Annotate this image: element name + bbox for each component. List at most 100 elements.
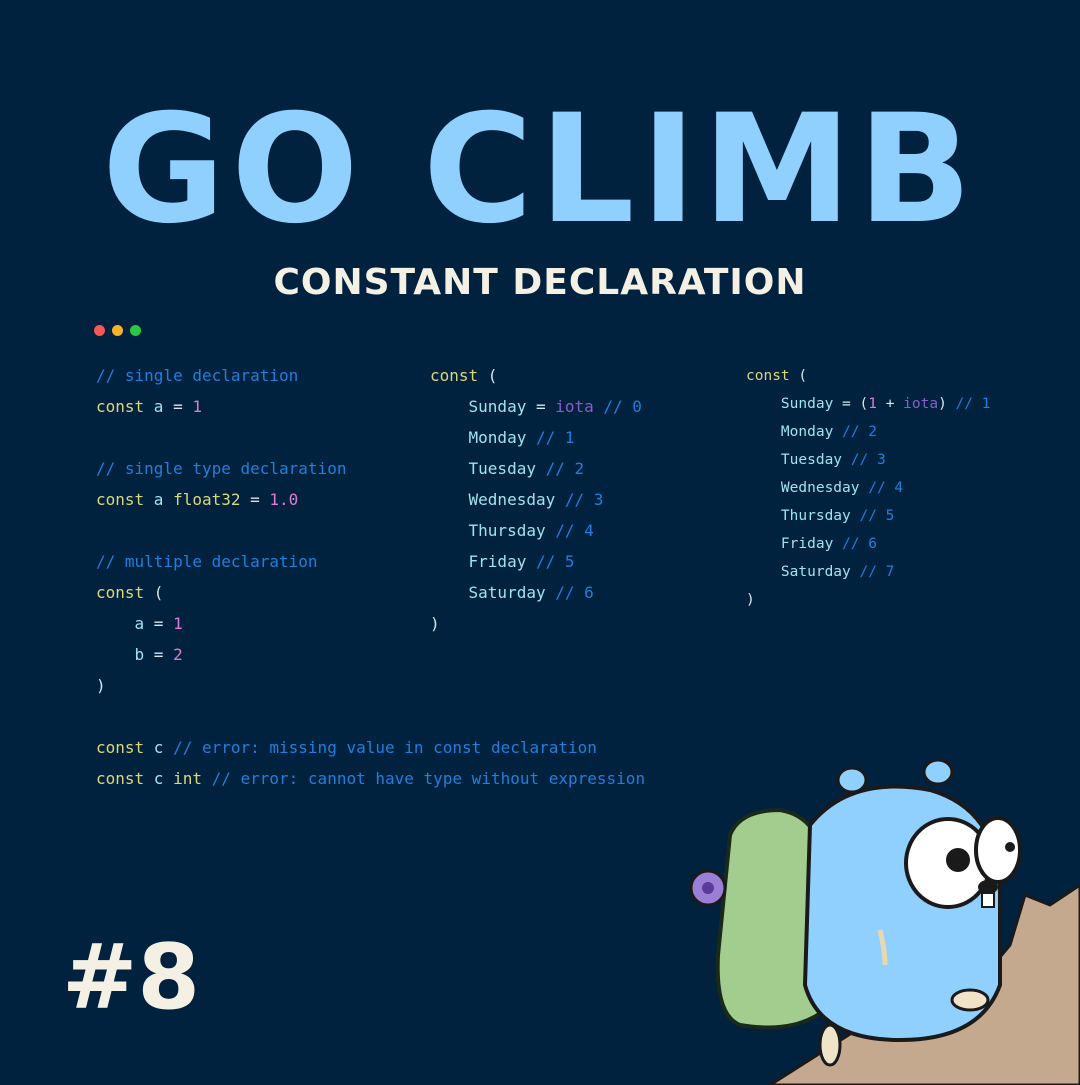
code-token-comment: // single type declaration	[96, 459, 347, 478]
code-line: Tuesday // 2	[430, 453, 642, 484]
code-line: const c int // error: cannot have type w…	[96, 763, 645, 794]
code-token-comment: // 6	[833, 536, 877, 552]
code-token-plain: =	[163, 397, 193, 416]
code-token-plain: =	[144, 645, 174, 664]
code-token-ident: Wednesday	[746, 480, 860, 496]
code-line: )	[96, 670, 645, 701]
code-line: const (	[430, 360, 642, 391]
code-token-comment: // 5	[526, 552, 575, 571]
code-line: Tuesday // 3	[746, 446, 990, 474]
code-token-comment: // multiple declaration	[96, 552, 318, 571]
code-token-plain: (	[798, 368, 808, 384]
code-token-ident: Saturday	[746, 564, 851, 580]
code-token-ident: Thursday	[430, 521, 546, 540]
maximize-dot-icon	[130, 325, 141, 336]
code-token-comment: // 4	[859, 480, 904, 496]
code-token-comment: // 3	[842, 452, 886, 468]
code-token-keyword: const	[96, 490, 154, 509]
code-token-ident: Thursday	[746, 508, 851, 524]
code-token-number: 1	[192, 397, 202, 416]
code-token-keyword: float32	[173, 490, 241, 509]
code-line: Saturday // 7	[746, 558, 990, 586]
code-token-number: 1	[868, 396, 877, 412]
code-token-plain: )	[96, 676, 106, 695]
episode-number: #8	[62, 925, 201, 1030]
code-token-ident: a	[96, 614, 145, 633]
code-token-keyword: const	[96, 583, 154, 602]
code-token-comment: // 0	[593, 397, 642, 416]
code-token-plain: )	[938, 396, 947, 412]
code-token-ident: c	[153, 738, 174, 757]
code-token-comment: // 2	[535, 459, 585, 478]
window-controls	[94, 325, 141, 336]
code-token-number: 2	[173, 645, 183, 664]
close-dot-icon	[94, 325, 105, 336]
code-token-plain: )	[430, 614, 440, 633]
code-token-keyword: const	[746, 368, 799, 384]
code-block-iota: const ( Sunday = iota // 0 Monday // 1 T…	[430, 360, 642, 639]
code-line: b = 2	[96, 639, 645, 670]
code-token-keyword: int	[173, 769, 212, 788]
code-token-ident: Monday	[746, 424, 834, 440]
gopher-climbing-icon	[689, 758, 1080, 1085]
code-line: Sunday = iota // 0	[430, 391, 642, 422]
code-token-keyword: const	[96, 769, 154, 788]
code-line: Monday // 1	[430, 422, 642, 453]
code-token-ident: Friday	[746, 536, 834, 552]
minimize-dot-icon	[112, 325, 123, 336]
code-token-ident: Tuesday	[430, 459, 536, 478]
code-token-ident: Sunday	[746, 396, 834, 412]
code-token-comment: // 5	[850, 508, 895, 524]
code-token-ident: Wednesday	[430, 490, 556, 509]
code-token-ident: Monday	[430, 428, 527, 447]
code-token-comment: // 6	[545, 583, 594, 602]
code-line: Thursday // 4	[430, 515, 642, 546]
code-token-plain: (	[153, 583, 164, 602]
code-token-plain: =	[144, 614, 174, 633]
code-token-comment: // 3	[555, 490, 604, 509]
code-token-number: 1.0	[269, 490, 299, 509]
code-token-comment: // error: cannot have type without expre…	[211, 769, 646, 788]
code-token-ident: Saturday	[430, 583, 546, 602]
code-token-comment: // 1	[526, 428, 575, 447]
code-token-ident: Sunday	[430, 397, 527, 416]
code-line: )	[746, 586, 990, 614]
code-line: Friday // 6	[746, 530, 990, 558]
code-line: )	[430, 608, 642, 639]
code-token-ident: a	[153, 397, 164, 416]
code-token-comment: // 1	[946, 396, 991, 412]
code-token-plain: +	[876, 396, 904, 412]
code-line: Monday // 2	[746, 418, 990, 446]
code-token-comment: // 2	[833, 424, 877, 440]
code-token-keyword: const	[96, 738, 154, 757]
code-token-builtin: iota	[555, 397, 594, 416]
page-title: GO CLIMB	[102, 83, 978, 257]
code-line: Saturday // 6	[430, 577, 642, 608]
code-token-number: 1	[173, 614, 183, 633]
code-token-comment: // 4	[545, 521, 594, 540]
code-line: Wednesday // 3	[430, 484, 642, 515]
code-token-plain: =	[240, 490, 270, 509]
code-token-ident: b	[96, 645, 145, 664]
code-block-iota-offset: const ( Sunday = (1 + iota) // 1 Monday …	[746, 362, 990, 614]
code-token-comment: // 7	[850, 564, 895, 580]
code-line: Thursday // 5	[746, 502, 990, 530]
code-token-comment: // error: missing value in const declara…	[173, 738, 597, 757]
code-token-builtin: iota	[903, 396, 939, 412]
code-token-ident: Friday	[430, 552, 527, 571]
code-token-ident: Tuesday	[746, 452, 843, 468]
code-token-plain: =	[526, 397, 556, 416]
code-token-keyword: const	[96, 397, 154, 416]
code-token-keyword: const	[430, 366, 488, 385]
code-token-ident: c	[153, 769, 174, 788]
code-token-plain: (	[487, 366, 498, 385]
code-line: const (	[746, 362, 990, 390]
code-token-plain: )	[746, 592, 755, 608]
code-line: Friday // 5	[430, 546, 642, 577]
page-subtitle: CONSTANT DECLARATION	[273, 262, 807, 303]
code-line: Sunday = (1 + iota) // 1	[746, 390, 991, 418]
code-token-comment: // single declaration	[96, 366, 299, 385]
code-token-plain: = (	[833, 396, 869, 412]
code-line: const c // error: missing value in const…	[96, 732, 645, 763]
